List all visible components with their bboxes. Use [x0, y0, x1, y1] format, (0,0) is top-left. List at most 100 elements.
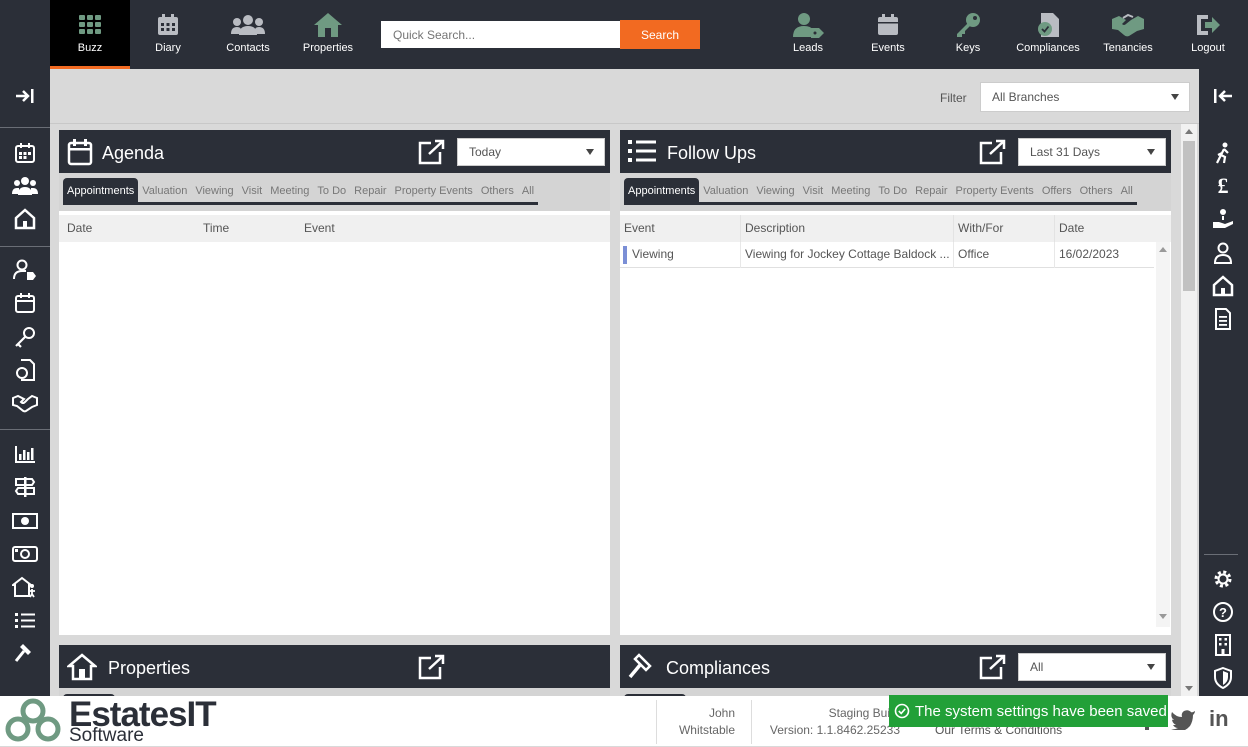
right-sidebar: £ ? — [1199, 69, 1248, 696]
tab-to-do[interactable]: To Do — [313, 178, 350, 204]
agenda-header: Agenda Today — [59, 130, 610, 173]
handshake-icon[interactable] — [10, 391, 40, 415]
tab-valuation[interactable]: Valuation — [699, 178, 752, 204]
tab-repair[interactable]: Repair — [350, 178, 390, 204]
nav-diary[interactable]: Diary — [128, 0, 208, 69]
open-external-icon[interactable] — [978, 654, 1006, 683]
column-with-for[interactable]: With/For — [954, 215, 1055, 242]
properties-panel: Properties — [59, 645, 610, 698]
key-icon[interactable] — [10, 325, 40, 349]
branch-filter-select[interactable]: All Branches — [980, 82, 1190, 112]
nav-buzz[interactable]: Buzz — [50, 0, 130, 69]
scroll-down-icon[interactable] — [1185, 686, 1193, 691]
house-person-icon[interactable] — [10, 575, 40, 599]
column-event[interactable]: Event — [620, 215, 741, 242]
tab-others[interactable]: Others — [477, 178, 518, 204]
list-icon[interactable] — [10, 608, 40, 632]
tab-all[interactable]: All — [1117, 178, 1137, 204]
tab-meeting[interactable]: Meeting — [266, 178, 313, 204]
quick-search-input[interactable] — [381, 21, 620, 48]
tab-repair[interactable]: Repair — [911, 178, 951, 204]
column-description[interactable]: Description — [741, 215, 954, 242]
collapse-sidebar-icon[interactable] — [1208, 84, 1238, 108]
hand-coin-icon[interactable] — [1208, 207, 1238, 231]
calendar-icon[interactable] — [10, 141, 40, 165]
tab-appointments[interactable]: Appointments — [624, 177, 700, 204]
nav-events[interactable]: Events — [848, 0, 928, 69]
help-icon[interactable]: ? — [1208, 600, 1238, 624]
agenda-range-value: Today — [469, 145, 502, 159]
twitter-icon[interactable] — [1170, 708, 1196, 733]
tab-to-do[interactable]: To Do — [874, 178, 911, 204]
nav-keys[interactable]: Keys — [928, 0, 1008, 69]
scroll-thumb[interactable] — [1183, 141, 1195, 291]
tab-visit[interactable]: Visit — [238, 178, 267, 204]
left-sidebar — [0, 69, 50, 696]
tab-meeting[interactable]: Meeting — [827, 178, 874, 204]
house-icon — [65, 653, 99, 684]
nav-contacts[interactable]: Contacts — [208, 0, 288, 69]
tab-appointments[interactable]: Appointments — [63, 177, 139, 204]
main-scrollbar[interactable] — [1181, 124, 1197, 696]
tab-property-events[interactable]: Property Events — [391, 178, 477, 204]
column-event[interactable]: Event — [304, 221, 335, 235]
gavel-icon[interactable] — [10, 641, 40, 665]
compliances-range-select[interactable]: All — [1018, 653, 1166, 681]
nav-leads[interactable]: Leads — [768, 0, 848, 69]
shield-icon[interactable] — [1208, 666, 1238, 690]
nav-compliances[interactable]: Compliances — [1008, 0, 1088, 69]
calendar-icon — [67, 138, 93, 169]
tab-others[interactable]: Others — [1076, 178, 1117, 204]
chevron-down-icon — [1147, 664, 1155, 670]
calendar-icon[interactable] — [10, 291, 40, 315]
column-date[interactable]: Date — [1055, 215, 1154, 242]
scroll-down-icon[interactable] — [1159, 614, 1167, 619]
table-row[interactable]: Viewing Viewing for Jockey Cottage Baldo… — [620, 242, 1154, 268]
table-scrollbar[interactable] — [1156, 242, 1170, 627]
success-toast: The system settings have been saved — [889, 695, 1168, 727]
column-date[interactable]: Date — [67, 221, 92, 235]
tab-property-events[interactable]: Property Events — [952, 178, 1038, 204]
follow-ups-range-select[interactable]: Last 31 Days — [1018, 138, 1166, 166]
document-icon[interactable] — [1208, 307, 1238, 331]
open-external-icon[interactable] — [978, 139, 1006, 168]
tab-offers[interactable]: Offers — [1038, 178, 1076, 204]
tab-viewing[interactable]: Viewing — [752, 178, 798, 204]
column-time[interactable]: Time — [203, 221, 229, 235]
tab-visit[interactable]: Visit — [799, 178, 828, 204]
money-icon[interactable] — [10, 542, 40, 566]
nav-label: Keys — [955, 42, 981, 54]
house-icon[interactable] — [10, 207, 40, 231]
linkedin-icon[interactable]: in — [1209, 706, 1229, 732]
open-external-icon[interactable] — [417, 139, 445, 168]
nav-logout[interactable]: Logout — [1168, 0, 1248, 69]
open-external-icon[interactable] — [417, 654, 445, 683]
bar-chart-icon[interactable] — [10, 442, 40, 466]
money-icon[interactable] — [10, 509, 40, 533]
user-tag-icon[interactable] — [10, 258, 40, 282]
follow-ups-table-header: Event Description With/For Date — [620, 215, 1171, 242]
tab-viewing[interactable]: Viewing — [191, 178, 237, 204]
agenda-range-select[interactable]: Today — [457, 138, 605, 166]
users-icon[interactable] — [10, 174, 40, 198]
compliances-title: Compliances — [666, 658, 771, 678]
nav-properties[interactable]: Properties — [288, 0, 368, 69]
grid-icon — [78, 12, 102, 38]
scroll-up-icon[interactable] — [1185, 129, 1193, 134]
scroll-up-icon[interactable] — [1159, 247, 1167, 252]
walking-person-icon[interactable] — [1208, 141, 1238, 165]
house-icon[interactable] — [1208, 274, 1238, 298]
chevron-down-icon — [1171, 94, 1179, 100]
nav-tenancies[interactable]: Tenancies — [1088, 0, 1168, 69]
document-icon[interactable] — [10, 358, 40, 382]
tab-valuation[interactable]: Valuation — [138, 178, 191, 204]
settings-gear-icon[interactable] — [1208, 567, 1238, 591]
gavel-icon — [628, 653, 656, 684]
expand-sidebar-icon[interactable] — [10, 84, 40, 108]
user-icon[interactable] — [1208, 241, 1238, 265]
building-icon[interactable] — [1208, 633, 1238, 657]
search-button[interactable]: Search — [620, 20, 700, 49]
tab-all[interactable]: All — [518, 178, 538, 204]
pound-icon[interactable]: £ — [1208, 173, 1238, 198]
signpost-icon[interactable] — [10, 475, 40, 499]
